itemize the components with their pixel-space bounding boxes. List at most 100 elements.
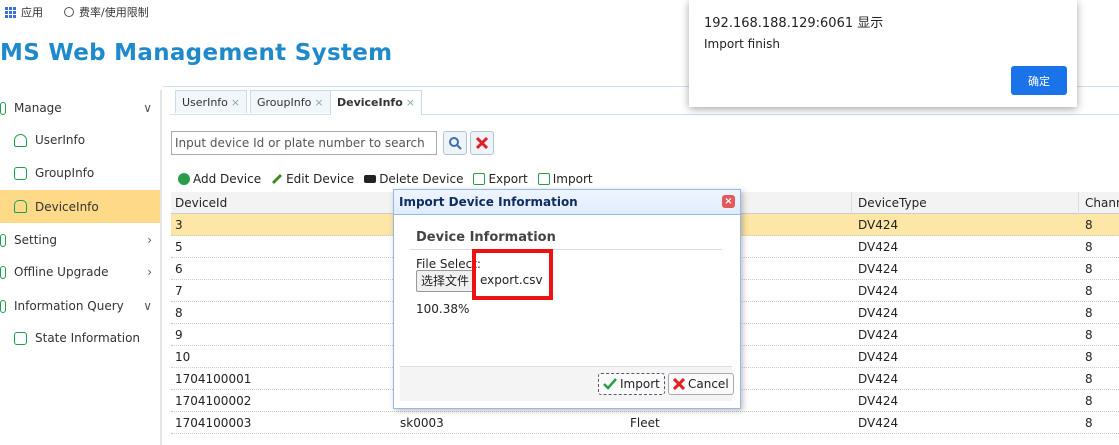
cell-devicetype: DV424 xyxy=(858,328,899,342)
dialog-import-button[interactable]: Import xyxy=(598,373,665,395)
delete-device-button[interactable]: Delete Device xyxy=(364,170,463,188)
sidebar-item-deviceinfo[interactable]: DeviceInfo xyxy=(0,190,160,223)
sidebar-item-setting[interactable]: Setting › xyxy=(0,224,160,256)
clear-search-button[interactable] xyxy=(470,131,494,155)
header-channel[interactable]: Channe xyxy=(1081,192,1119,214)
state-icon xyxy=(14,331,27,345)
cell-devicetype: DV424 xyxy=(858,218,899,232)
sidebar-item-state-information[interactable]: State Information xyxy=(0,322,160,354)
export-icon xyxy=(473,173,486,185)
plus-icon xyxy=(178,173,190,185)
cell-deviceid: 8 xyxy=(175,306,183,320)
edit-device-button[interactable]: Edit Device xyxy=(271,170,354,188)
sidebar-item-groupinfo[interactable]: GroupInfo xyxy=(0,157,160,189)
chevron-down-icon: ∨ xyxy=(143,299,152,313)
car-icon xyxy=(14,200,27,213)
cell-deviceid: 1704100001 xyxy=(175,372,252,386)
dialog-close-icon[interactable]: × xyxy=(722,195,735,208)
dialog-cancel-button[interactable]: Cancel xyxy=(668,373,734,395)
chevron-down-icon: ∨ xyxy=(143,101,152,115)
tab-label: GroupInfo xyxy=(257,96,312,109)
bookmark-apps[interactable]: 应用 xyxy=(5,4,43,20)
bookmark-rates-label: 费率/使用限制 xyxy=(79,6,149,19)
cell-col2: sk0003 xyxy=(400,416,444,430)
sidebar-item-label: Information Query xyxy=(14,299,124,313)
tab-deviceinfo[interactable]: DeviceInfo × xyxy=(330,90,422,115)
close-icon[interactable]: × xyxy=(314,96,323,109)
import-dialog: Import Device Information × Device Infor… xyxy=(393,189,741,409)
cell-devicetype: DV424 xyxy=(858,306,899,320)
sidebar-item-manage[interactable]: Manage ∨ xyxy=(0,92,160,124)
sidebar: Manage ∨ UserInfo GroupInfo DeviceInfo S… xyxy=(0,90,162,445)
cell-devicetype: DV424 xyxy=(858,394,899,408)
dialog-import-label: Import xyxy=(620,377,660,391)
import-button[interactable]: Import xyxy=(537,170,593,188)
pencil-icon xyxy=(272,173,283,185)
cell-deviceid: 7 xyxy=(175,284,183,298)
choose-file-button[interactable]: 选择文件 xyxy=(416,270,475,292)
sidebar-item-label: GroupInfo xyxy=(35,166,95,180)
sidebar-item-label: Offline Upgrade xyxy=(14,265,109,279)
tab-groupinfo[interactable]: GroupInfo × xyxy=(250,90,331,113)
header-deviceid[interactable]: DeviceId xyxy=(171,192,395,214)
sidebar-item-userinfo[interactable]: UserInfo xyxy=(0,124,160,156)
dialog-footer: Import Cancel xyxy=(400,366,734,401)
cell-channel: 8 xyxy=(1085,262,1093,276)
export-label: Export xyxy=(488,172,528,186)
cell-channel: 8 xyxy=(1085,350,1093,364)
alert-ok-button[interactable]: 确定 xyxy=(1011,66,1067,95)
upgrade-icon xyxy=(0,265,6,279)
cell-channel: 8 xyxy=(1085,284,1093,298)
cell-col3: Fleet xyxy=(630,416,660,430)
user-icon xyxy=(14,133,27,147)
header-devicetype[interactable]: DeviceType xyxy=(854,192,1078,214)
cell-deviceid: 9 xyxy=(175,328,183,342)
cell-channel: 8 xyxy=(1085,306,1093,320)
add-device-label: Add Device xyxy=(193,172,262,186)
cell-channel: 8 xyxy=(1085,240,1093,254)
chevron-right-icon: › xyxy=(147,265,152,279)
sidebar-item-label: UserInfo xyxy=(35,133,86,147)
apps-grid-icon xyxy=(5,6,16,18)
tab-userinfo[interactable]: UserInfo × xyxy=(175,90,248,113)
group-icon xyxy=(14,166,27,180)
close-icon[interactable]: × xyxy=(231,96,240,109)
cell-devicetype: DV424 xyxy=(858,262,899,276)
sidebar-item-label: Setting xyxy=(14,233,57,247)
cell-devicetype: DV424 xyxy=(858,350,899,364)
sidebar-item-offline-upgrade[interactable]: Offline Upgrade › xyxy=(0,256,160,288)
bookmark-apps-label: 应用 xyxy=(21,6,43,19)
cell-deviceid: 3 xyxy=(175,218,183,232)
tab-label: DeviceInfo xyxy=(337,96,403,109)
cell-devicetype: DV424 xyxy=(858,240,899,254)
cell-devicetype: DV424 xyxy=(858,416,899,430)
dialog-title: Import Device Information xyxy=(394,190,740,215)
browser-alert: 192.168.188.129:6061 显示 Import finish 确定 xyxy=(689,0,1077,107)
chevron-right-icon: › xyxy=(147,233,152,247)
dialog-section-divider xyxy=(410,249,722,250)
add-device-button[interactable]: Add Device xyxy=(178,170,261,188)
import-label: Import xyxy=(552,172,593,186)
clear-icon xyxy=(475,136,489,150)
cell-channel: 8 xyxy=(1085,394,1093,408)
cell-deviceid: 5 xyxy=(175,240,183,254)
close-icon[interactable]: × xyxy=(406,96,415,109)
sidebar-item-information-query[interactable]: Information Query ∨ xyxy=(0,290,160,322)
manage-icon xyxy=(0,101,6,115)
alert-message: Import finish xyxy=(704,37,780,51)
sidebar-item-label: Manage xyxy=(14,101,62,115)
toolbar: Add Device Edit Device Delete Device Exp… xyxy=(178,170,593,188)
search-input[interactable]: Input device Id or plate number to searc… xyxy=(171,131,437,155)
search-button[interactable] xyxy=(443,131,467,155)
table-row[interactable]: 1704100003 sk0003 Fleet DV424 8 xyxy=(171,412,1119,434)
bookmark-rates[interactable]: 费率/使用限制 xyxy=(64,4,149,20)
import-icon xyxy=(537,173,550,185)
cell-channel: 8 xyxy=(1085,218,1093,232)
export-button[interactable]: Export xyxy=(473,170,528,188)
import-progress: 100.38% xyxy=(416,302,470,316)
cell-devicetype: DV424 xyxy=(858,284,899,298)
cell-channel: 8 xyxy=(1085,416,1093,430)
alert-title: 192.168.188.129:6061 显示 xyxy=(704,16,884,31)
cell-deviceid: 1704100003 xyxy=(175,416,252,430)
sidebar-item-label: DeviceInfo xyxy=(35,199,99,214)
